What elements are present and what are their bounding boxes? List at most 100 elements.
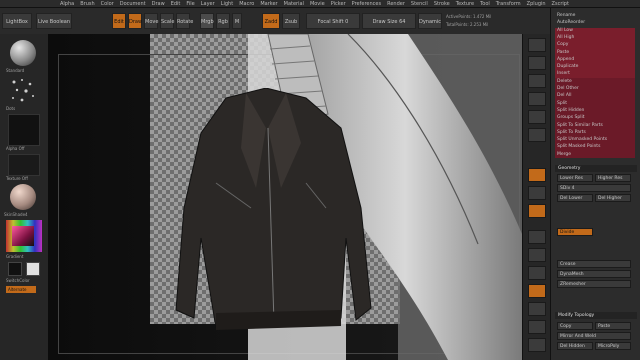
micropoly-button[interactable]: MicroPoly [595, 342, 631, 350]
mrgb-button[interactable]: Mrgb [200, 13, 214, 29]
tool-palette-row[interactable]: Merge [557, 151, 637, 158]
tool-palette-row[interactable]: All Low [557, 27, 637, 34]
menu-item[interactable]: Preferences [352, 0, 381, 7]
alternate-button[interactable]: Alternate [6, 286, 36, 293]
menu-item[interactable]: Movie [310, 0, 325, 7]
copy-button[interactable]: Copy [557, 322, 593, 330]
tool-palette-row[interactable]: AutoReorder [557, 19, 637, 26]
divide-button[interactable]: Divide [557, 228, 593, 236]
menu-item[interactable]: Texture [456, 0, 474, 7]
tool-palette-row[interactable]: Paste [557, 49, 637, 56]
menu-item[interactable]: Tool [480, 0, 490, 7]
texture-slot[interactable] [8, 154, 40, 176]
menu-item[interactable]: Transform [496, 0, 521, 7]
tool-palette-row[interactable]: Insert [557, 70, 637, 77]
draw-button[interactable]: Draw [128, 13, 142, 29]
zoom-icon[interactable] [528, 92, 546, 106]
xyz-icon[interactable] [528, 230, 546, 244]
secondary-color-swatch[interactable] [8, 262, 22, 276]
switch-color-label[interactable]: SwitchColor [6, 278, 30, 283]
menu-item[interactable]: Macro [239, 0, 254, 7]
tool-palette-row[interactable]: Del All [557, 92, 637, 99]
menu-item[interactable]: Stencil [411, 0, 428, 7]
frame-icon[interactable] [528, 248, 546, 262]
modify-topology-header[interactable]: Modify Topology [555, 312, 637, 319]
del-lower-button[interactable]: Del Lower [557, 194, 593, 202]
tool-palette-row[interactable]: Groups Split [557, 114, 637, 121]
aahalf-icon[interactable] [528, 128, 546, 142]
brush-sphere-icon[interactable] [10, 40, 36, 66]
move-view-icon[interactable] [528, 266, 546, 280]
tool-palette-row[interactable]: Append [557, 56, 637, 63]
higher-res-button[interactable]: Higher Res [595, 174, 631, 182]
spix-icon[interactable] [528, 56, 546, 70]
crease-button[interactable]: Crease [557, 260, 631, 268]
alpha-slot[interactable] [8, 114, 40, 146]
dynamic-button[interactable]: Dynamic [418, 13, 442, 29]
persp-icon[interactable] [528, 168, 546, 182]
rotate-button[interactable]: Rotate [176, 13, 193, 29]
edit-button[interactable]: Edit [112, 13, 126, 29]
menu-item[interactable]: Color [101, 0, 114, 7]
tool-palette-row[interactable]: Split Masked Points [557, 143, 637, 150]
local-icon[interactable] [528, 204, 546, 218]
xpose-icon[interactable] [528, 338, 546, 352]
tool-palette-row[interactable]: Rename [557, 12, 637, 19]
menu-item[interactable]: Brush [80, 0, 94, 7]
menu-item[interactable]: Edit [171, 0, 181, 7]
menu-item[interactable]: Picker [331, 0, 346, 7]
focal-shift-slider[interactable]: Focal Shift 0 [306, 13, 360, 29]
zremesher-button[interactable]: ZRemesher [557, 280, 631, 288]
lower-res-button[interactable]: Lower Res [557, 174, 593, 182]
tool-palette-row[interactable]: Split [557, 100, 637, 107]
del-hidden-button[interactable]: Del Hidden [557, 342, 593, 350]
geometry-header[interactable]: Geometry [555, 165, 637, 172]
tool-palette-row[interactable]: Split To Similar Parts [557, 122, 637, 129]
material-sphere-icon[interactable] [10, 184, 36, 210]
tool-palette-row[interactable]: Split To Parts [557, 129, 637, 136]
lightbox-button[interactable]: LightBox [2, 13, 32, 29]
canvas-viewport[interactable] [48, 34, 522, 360]
stroke-dots-icon[interactable] [8, 76, 38, 104]
menu-item[interactable]: File [186, 0, 194, 7]
menu-item[interactable]: Zplugin [527, 0, 546, 7]
menu-item[interactable]: Alpha [60, 0, 74, 7]
draw-size-slider[interactable]: Draw Size 64 [362, 13, 416, 29]
menu-item[interactable]: Stroke [434, 0, 450, 7]
menu-item[interactable]: Material [284, 0, 304, 7]
zsub-button[interactable]: Zsub [282, 13, 300, 29]
rgb-button[interactable]: Rgb [216, 13, 230, 29]
tool-palette-row[interactable]: All High [557, 34, 637, 41]
tool-palette-row[interactable]: Split Unmasked Points [557, 136, 637, 143]
transp-icon[interactable] [528, 302, 546, 316]
move-button[interactable]: Move [144, 13, 158, 29]
menu-item[interactable]: Layer [201, 0, 215, 7]
live-boolean-button[interactable]: Live Boolean [36, 13, 72, 29]
menu-item[interactable]: Draw [152, 0, 165, 7]
menu-item[interactable]: Marker [260, 0, 277, 7]
m-button[interactable]: M [232, 13, 242, 29]
paste-button[interactable]: Paste [595, 322, 631, 330]
zadd-button[interactable]: Zadd [262, 13, 280, 29]
tool-palette-row[interactable]: Split Hidden [557, 107, 637, 114]
tool-palette-row[interactable]: Duplicate [557, 63, 637, 70]
menu-item[interactable]: Document [120, 0, 146, 7]
main-color-swatch[interactable] [26, 262, 40, 276]
mirror-weld-button[interactable]: Mirror And Weld [557, 332, 631, 340]
scale-button[interactable]: Scale [160, 13, 174, 29]
dynamesh-button[interactable]: DynaMesh [557, 270, 631, 278]
tool-palette-row[interactable]: Delete [557, 78, 637, 85]
menu-item[interactable]: Zscript [552, 0, 569, 7]
sdiv-slider[interactable]: SDiv 4 [557, 184, 631, 192]
polyf-icon[interactable] [528, 284, 546, 298]
bpr-icon[interactable] [528, 38, 546, 52]
del-higher-button[interactable]: Del Higher [595, 194, 631, 202]
color-picker[interactable] [6, 220, 42, 252]
solo-icon[interactable] [528, 320, 546, 334]
actual-icon[interactable] [528, 110, 546, 124]
menu-item[interactable]: Light [221, 0, 233, 7]
menu-item[interactable]: Render [387, 0, 405, 7]
floor-icon[interactable] [528, 186, 546, 200]
tool-palette-row[interactable]: Del Other [557, 85, 637, 92]
scroll-icon[interactable] [528, 74, 546, 88]
